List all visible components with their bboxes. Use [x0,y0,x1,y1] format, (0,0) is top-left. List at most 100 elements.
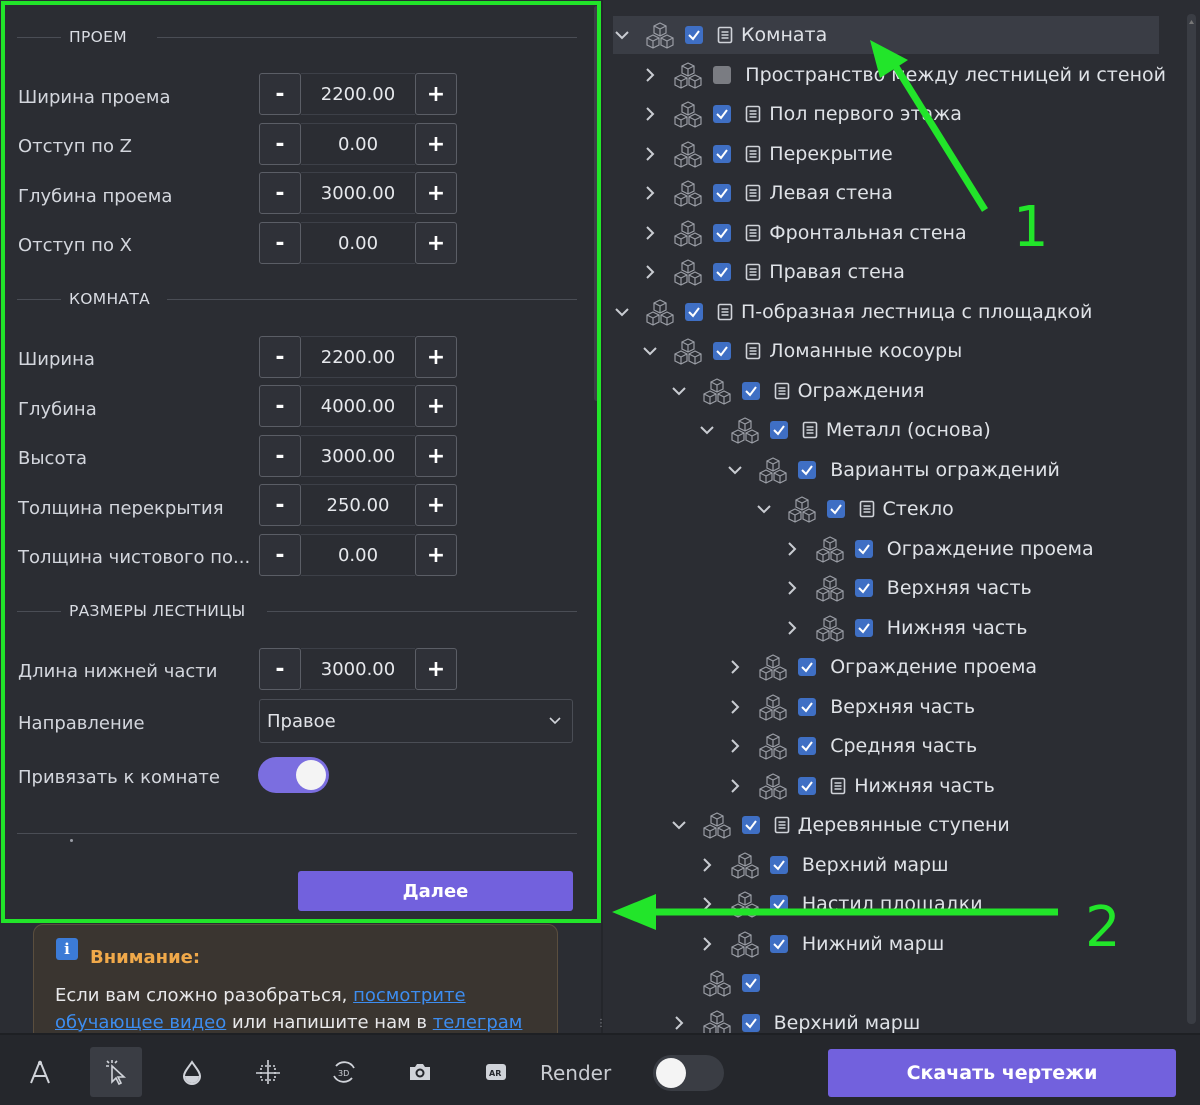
select-tool-button[interactable] [90,1047,142,1097]
chevron-down-icon[interactable] [698,421,716,439]
stepper-value[interactable]: 4000.00 [301,385,415,427]
visibility-checkbox[interactable] [798,460,817,479]
tree-row[interactable]: Нижняя часть [783,609,1027,647]
chevron-right-icon[interactable] [726,658,744,676]
tree-row[interactable]: Настил площадки [698,885,983,923]
chevron-down-icon[interactable] [613,26,631,44]
tree-row[interactable]: Ограждение проема [726,648,1037,686]
visibility-checkbox[interactable] [769,855,788,874]
decrement-button[interactable]: - [259,172,301,214]
increment-button[interactable]: + [415,222,457,264]
visibility-checkbox[interactable] [741,1013,760,1032]
chevron-right-icon[interactable] [783,540,801,558]
stepper-value[interactable]: 2200.00 [301,73,415,115]
tree-row[interactable] [670,964,774,1002]
visibility-checkbox[interactable] [826,500,845,518]
chevron-right-icon[interactable] [641,66,659,84]
chevron-right-icon[interactable] [670,1014,688,1032]
visibility-checkbox[interactable] [713,263,732,281]
visibility-checkbox[interactable] [713,65,732,84]
decrement-button[interactable]: - [259,648,301,690]
visibility-checkbox[interactable] [713,184,732,202]
chevron-right-icon[interactable] [698,856,716,874]
decrement-button[interactable]: - [259,123,301,165]
decrement-button[interactable]: - [259,534,301,576]
chevron-right-icon[interactable] [726,777,744,795]
direction-select[interactable]: Правое [259,699,573,743]
stepper-value[interactable]: 0.00 [301,534,415,576]
tree-row[interactable]: Варианты ограждений [726,451,1060,489]
visibility-checkbox[interactable] [713,144,732,163]
tree-row[interactable]: Пространство между лестницей и стеной [641,56,1166,94]
tree-row[interactable]: Нижняя часть [726,767,995,805]
visibility-checkbox[interactable] [854,618,873,637]
tree-row[interactable]: Ограждение проема [783,530,1094,568]
increment-button[interactable]: + [415,484,457,526]
visibility-checkbox[interactable] [798,737,817,755]
tree-row[interactable]: Верхний марш [698,846,949,884]
visibility-checkbox[interactable] [798,776,817,795]
tree-row[interactable]: Фронтальная стена [641,214,967,252]
visibility-checkbox[interactable] [741,816,760,834]
tree-scrollbar[interactable] [1187,14,1196,1024]
chevron-right-icon[interactable] [641,184,659,202]
tree-row[interactable]: Пол первого этажа [641,95,962,133]
decrement-button[interactable]: - [259,222,301,264]
chevron-right-icon[interactable] [726,737,744,755]
chevron-right-icon[interactable] [641,263,659,281]
ar-button[interactable]: AR [470,1047,522,1097]
stepper-value[interactable]: 0.00 [301,222,415,264]
tree-row[interactable]: Верхний марш [670,1004,920,1033]
next-button[interactable]: Далее [298,871,573,911]
tree-row[interactable]: Ломанные косоуры [641,332,962,370]
tree-row[interactable]: Стекло [755,490,954,528]
increment-button[interactable]: + [415,172,457,214]
tree-row[interactable]: Правая стена [641,253,905,291]
decrement-button[interactable]: - [259,73,301,115]
telegram-link[interactable]: телеграм [433,1012,523,1033]
visibility-checkbox[interactable] [741,381,760,400]
decrement-button[interactable]: - [259,336,301,378]
visibility-checkbox[interactable] [685,26,703,44]
stepper-value[interactable]: 0.00 [301,123,415,165]
visibility-checkbox[interactable] [798,658,817,676]
tree-row[interactable]: П-образная лестница с площадкой [613,293,1092,331]
tree-row[interactable]: Комната [613,16,1159,54]
chevron-down-icon[interactable] [670,816,688,834]
bind-room-toggle[interactable] [258,757,329,793]
chevron-right-icon[interactable] [783,579,801,597]
increment-button[interactable]: + [415,336,457,378]
chevron-down-icon[interactable] [613,303,631,321]
visibility-checkbox[interactable] [769,895,788,913]
increment-button[interactable]: + [415,73,457,115]
render-toggle[interactable] [653,1055,724,1091]
chevron-down-icon[interactable] [726,461,744,479]
measure-tool-button[interactable] [14,1047,66,1097]
chevron-right-icon[interactable] [698,895,716,913]
visibility-checkbox[interactable] [713,223,732,242]
tree-row[interactable]: Нижний марш [698,925,944,963]
tree-row[interactable]: Перекрытие [641,135,893,173]
chevron-right-icon[interactable] [641,105,659,123]
chevron-right-icon[interactable] [641,145,659,163]
rotate-3d-button[interactable]: 3D [318,1047,370,1097]
stepper-value[interactable]: 3000.00 [301,435,415,477]
material-tool-button[interactable] [166,1047,218,1097]
stepper-value[interactable]: 2200.00 [301,336,415,378]
screenshot-button[interactable] [394,1047,446,1097]
visibility-checkbox[interactable] [713,105,732,123]
chevron-right-icon[interactable] [726,698,744,716]
decrement-button[interactable]: - [259,435,301,477]
increment-button[interactable]: + [415,534,457,576]
visibility-checkbox[interactable] [798,697,817,716]
decrement-button[interactable]: - [259,385,301,427]
chevron-right-icon[interactable] [783,619,801,637]
tree-row[interactable]: Верхняя часть [726,688,975,726]
chevron-down-icon[interactable] [755,500,773,518]
decrement-button[interactable]: - [259,484,301,526]
visibility-checkbox[interactable] [741,974,760,992]
stepper-value[interactable]: 3000.00 [301,648,415,690]
form-scrollbar[interactable] [594,6,599,401]
scroll-up-icon[interactable] [1188,14,1195,30]
increment-button[interactable]: + [415,435,457,477]
